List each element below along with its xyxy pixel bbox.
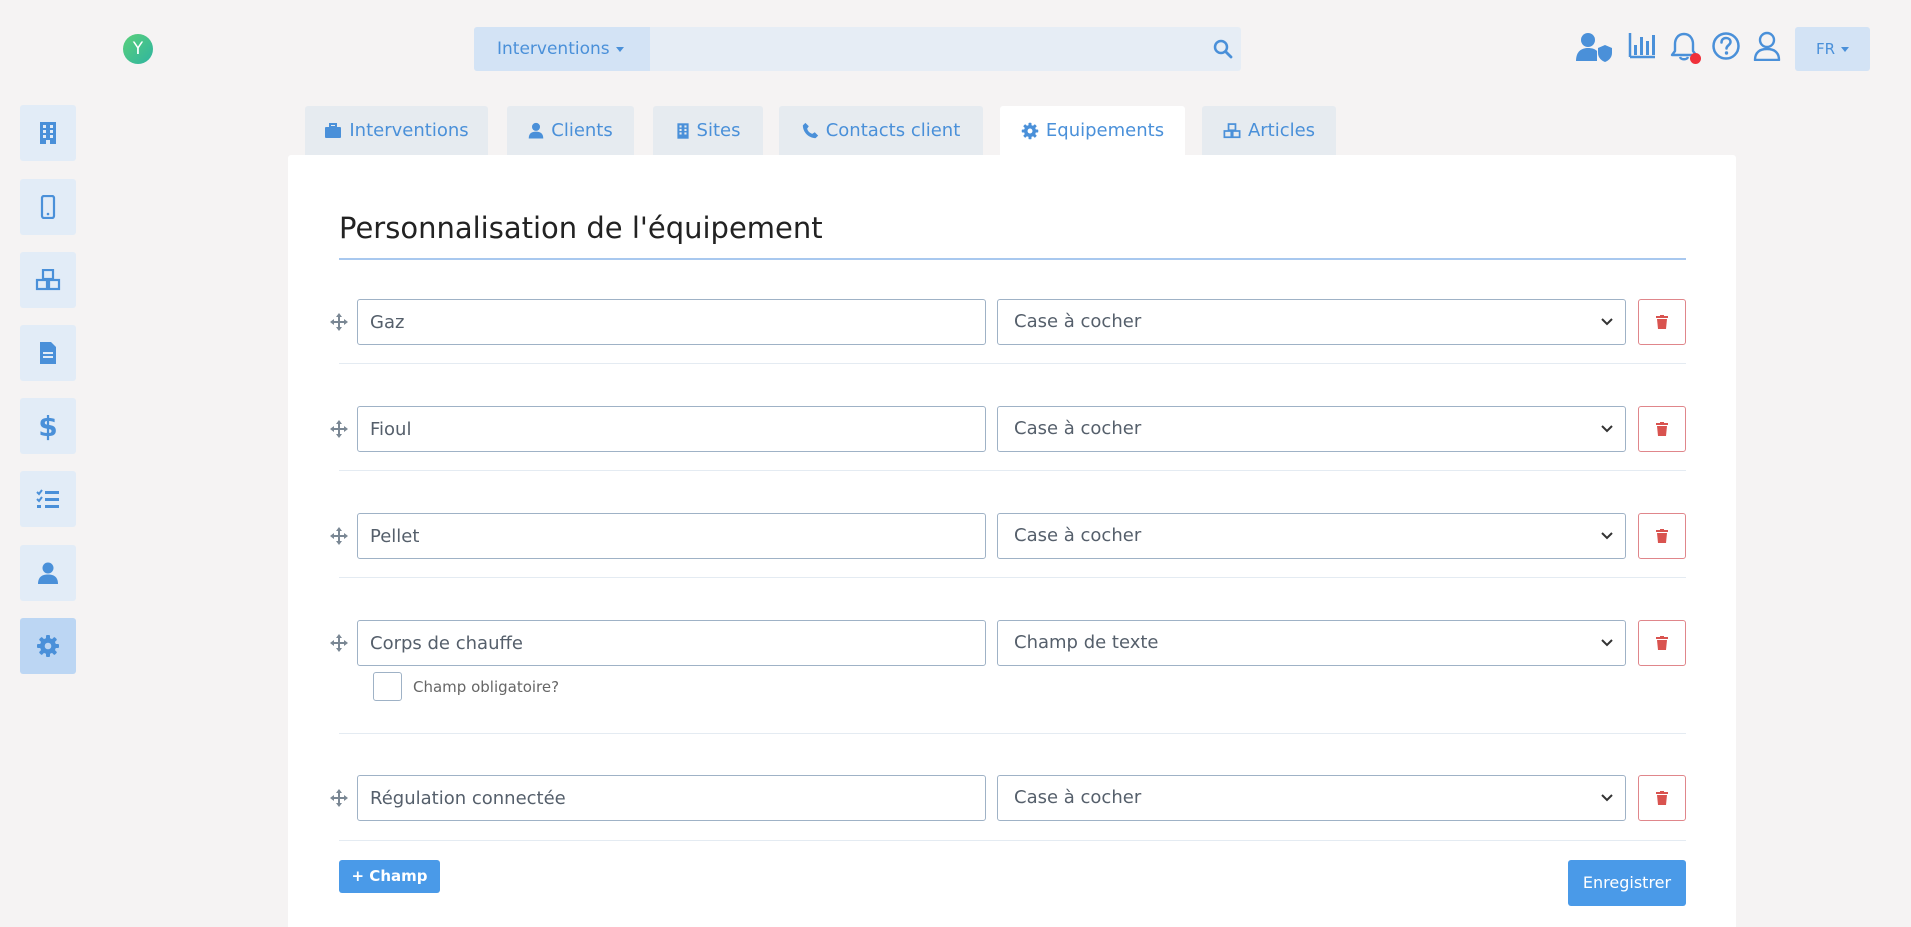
field-type-select[interactable]: Case à cocher: [997, 775, 1626, 821]
drag-handle-icon[interactable]: [330, 527, 348, 545]
trash-icon: [1656, 791, 1668, 805]
row-divider: [339, 363, 1686, 364]
sidebar-item-articles[interactable]: [20, 252, 76, 308]
user-icon: [528, 122, 544, 139]
tab-articles[interactable]: Articles: [1202, 106, 1336, 155]
tab-equipements[interactable]: Equipements: [1000, 106, 1185, 155]
field-type-value: Case à cocher: [1014, 525, 1142, 546]
field-type-select[interactable]: Case à cocher: [997, 513, 1626, 559]
sidebar-item-tasks[interactable]: [20, 471, 76, 527]
drag-handle-icon[interactable]: [330, 313, 348, 331]
row-divider: [339, 840, 1686, 841]
field-type-select[interactable]: Case à cocher: [997, 299, 1626, 345]
sidebar-item-mobile[interactable]: [20, 179, 76, 235]
caret-down-icon: [1841, 47, 1850, 52]
tab-label: Articles: [1247, 120, 1316, 141]
tab-clients[interactable]: Clients: [507, 106, 634, 155]
user-shield-icon[interactable]: [1575, 31, 1613, 63]
chevron-down-icon: [1601, 639, 1613, 647]
building-icon: [40, 122, 56, 144]
field-type-value: Case à cocher: [1014, 311, 1142, 332]
tab-label: Contacts client: [825, 120, 961, 141]
add-field-button[interactable]: + Champ: [339, 860, 440, 893]
row-divider: [339, 577, 1686, 578]
chevron-down-icon: [1601, 794, 1613, 802]
app-logo[interactable]: Y: [123, 34, 153, 64]
field-type-value: Case à cocher: [1014, 787, 1142, 808]
required-checkbox-label: Champ obligatoire?: [413, 678, 560, 696]
caret-down-icon: [615, 46, 624, 52]
building-icon: [676, 122, 689, 139]
drag-handle-icon[interactable]: [330, 634, 348, 652]
cubes-icon: [1223, 122, 1241, 138]
language-label: FR: [1815, 40, 1836, 58]
search-bar: Interventions: [474, 27, 1241, 71]
checklist-icon: [36, 489, 59, 508]
field-type-select[interactable]: Champ de texte: [997, 620, 1626, 666]
tab-interventions[interactable]: Interventions: [305, 106, 488, 155]
tab-contacts-client[interactable]: Contacts client: [779, 106, 983, 155]
delete-field-button[interactable]: [1638, 299, 1686, 345]
help-icon[interactable]: [1711, 31, 1741, 61]
page-title: Personnalisation de l'équipement: [339, 211, 823, 245]
cubes-icon: [35, 269, 61, 291]
chevron-down-icon: [1601, 425, 1613, 433]
tab-label: Interventions: [349, 120, 469, 141]
drag-handle-icon[interactable]: [330, 420, 348, 438]
delete-field-button[interactable]: [1638, 775, 1686, 821]
document-icon: [40, 342, 56, 364]
phone-icon: [802, 122, 818, 139]
chevron-down-icon: [1601, 532, 1613, 540]
required-checkbox[interactable]: [373, 672, 402, 701]
field-type-value: Case à cocher: [1014, 418, 1142, 439]
account-icon[interactable]: [1753, 31, 1781, 61]
user-icon: [38, 562, 58, 584]
save-button[interactable]: Enregistrer: [1568, 860, 1686, 906]
language-selector[interactable]: FR: [1795, 27, 1870, 71]
sidebar-item-documents[interactable]: [20, 325, 76, 381]
row-divider: [339, 470, 1686, 471]
sidebar-item-billing[interactable]: $: [20, 398, 76, 454]
gear-icon: [1021, 122, 1039, 139]
title-divider: [339, 258, 1686, 260]
tab-label: Clients: [551, 120, 613, 141]
field-type-select[interactable]: Case à cocher: [997, 406, 1626, 452]
delete-field-button[interactable]: [1638, 620, 1686, 666]
gear-icon: [37, 635, 59, 657]
field-name-input[interactable]: [357, 406, 986, 452]
delete-field-button[interactable]: [1638, 406, 1686, 452]
chevron-down-icon: [1601, 318, 1613, 326]
mobile-icon: [40, 195, 56, 219]
notification-badge: [1690, 53, 1701, 64]
trash-icon: [1656, 315, 1668, 329]
dollar-icon: $: [38, 409, 58, 443]
sidebar-item-settings[interactable]: [20, 618, 76, 674]
search-input[interactable]: [650, 27, 1190, 71]
field-name-input[interactable]: [357, 775, 986, 821]
trash-icon: [1656, 529, 1668, 543]
sidebar-item-sites[interactable]: [20, 105, 76, 161]
field-name-input[interactable]: [357, 513, 986, 559]
chart-icon[interactable]: [1628, 31, 1656, 59]
drag-handle-icon[interactable]: [330, 789, 348, 807]
search-icon[interactable]: [1213, 39, 1233, 59]
field-type-value: Champ de texte: [1014, 632, 1159, 653]
row-divider: [339, 733, 1686, 734]
tab-sites[interactable]: Sites: [653, 106, 763, 155]
trash-icon: [1656, 422, 1668, 436]
briefcase-icon: [325, 122, 342, 138]
search-scope-dropdown[interactable]: Interventions: [474, 27, 650, 71]
delete-field-button[interactable]: [1638, 513, 1686, 559]
field-name-input[interactable]: [357, 620, 986, 666]
field-name-input[interactable]: [357, 299, 986, 345]
tab-label: Equipements: [1045, 120, 1165, 141]
sidebar-item-users[interactable]: [20, 545, 76, 601]
trash-icon: [1656, 636, 1668, 650]
tab-label: Sites: [696, 120, 741, 141]
search-scope-label: Interventions: [497, 39, 610, 59]
